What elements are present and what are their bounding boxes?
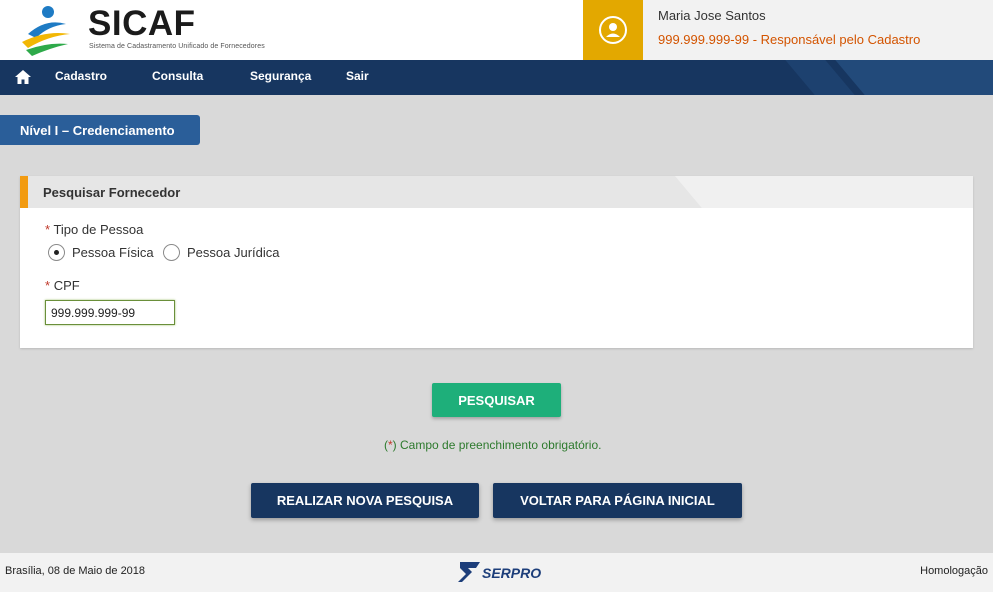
serpro-logo: SERPRO xyxy=(456,560,542,584)
nav-decoration xyxy=(835,60,993,95)
header: SICAF Sistema de Cadastramento Unificado… xyxy=(0,0,993,60)
nav-item-cadastro[interactable]: Cadastro xyxy=(55,69,107,83)
cpf-input[interactable] xyxy=(45,300,175,325)
user-name: Maria Jose Santos xyxy=(658,8,766,23)
user-role: 999.999.999-99 - Responsável pelo Cadast… xyxy=(658,32,921,47)
search-panel: Pesquisar Fornecedor * Tipo de Pessoa Pe… xyxy=(20,176,973,348)
radio-pessoa-juridica-label[interactable]: Pessoa Jurídica xyxy=(187,245,280,260)
user-icon xyxy=(599,16,627,44)
sicaf-logo-icon xyxy=(22,6,70,56)
level-tab: Nível I – Credenciamento xyxy=(0,115,200,145)
footer-environment: Homologação xyxy=(920,565,988,577)
cpf-label: * CPF xyxy=(45,278,80,293)
user-info: Maria Jose Santos 999.999.999-99 - Respo… xyxy=(583,0,993,60)
panel-header: Pesquisar Fornecedor xyxy=(20,176,973,208)
serpro-logo-icon xyxy=(458,562,480,582)
required-marker: * xyxy=(45,278,51,293)
home-icon[interactable] xyxy=(14,69,32,85)
radio-pessoa-juridica[interactable] xyxy=(163,244,180,261)
logo-title: SICAF xyxy=(88,4,196,43)
footer-date: Brasília, 08 de Maio de 2018 xyxy=(5,565,146,577)
required-note-text: ) Campo de preenchimento obrigatório. xyxy=(392,438,602,452)
tipo-pessoa-text: Tipo de Pessoa xyxy=(53,222,144,237)
radio-pessoa-fisica[interactable] xyxy=(48,244,65,261)
required-marker: * xyxy=(45,222,51,237)
serpro-brand: SERPRO xyxy=(482,565,542,581)
level-tab-label: Nível I – Credenciamento xyxy=(20,123,175,138)
panel-title: Pesquisar Fornecedor xyxy=(43,185,181,200)
back-home-button[interactable]: VOLTAR PARA PÁGINA INICIAL xyxy=(493,483,742,518)
nav-item-consulta[interactable]: Consulta xyxy=(152,69,203,83)
footer: Brasília, 08 de Maio de 2018 SERPRO Homo… xyxy=(0,553,993,592)
nav-item-seguranca[interactable]: Segurança xyxy=(250,69,311,83)
main-nav: Cadastro Consulta Segurança Sair xyxy=(0,60,993,95)
cpf-label-text: CPF xyxy=(53,278,80,293)
user-avatar xyxy=(583,0,643,60)
tipo-pessoa-label: * Tipo de Pessoa xyxy=(45,222,143,237)
panel-decoration xyxy=(675,176,973,208)
nav-item-sair[interactable]: Sair xyxy=(346,69,369,83)
panel-accent xyxy=(20,176,28,208)
search-button[interactable]: PESQUISAR xyxy=(432,383,561,417)
required-note: (*) Campo de preenchimento obrigatório. xyxy=(384,438,601,452)
logo-subtitle: Sistema de Cadastramento Unificado de Fo… xyxy=(89,43,265,50)
radio-pessoa-fisica-label[interactable]: Pessoa Física xyxy=(72,245,154,260)
new-search-button[interactable]: REALIZAR NOVA PESQUISA xyxy=(251,483,479,518)
